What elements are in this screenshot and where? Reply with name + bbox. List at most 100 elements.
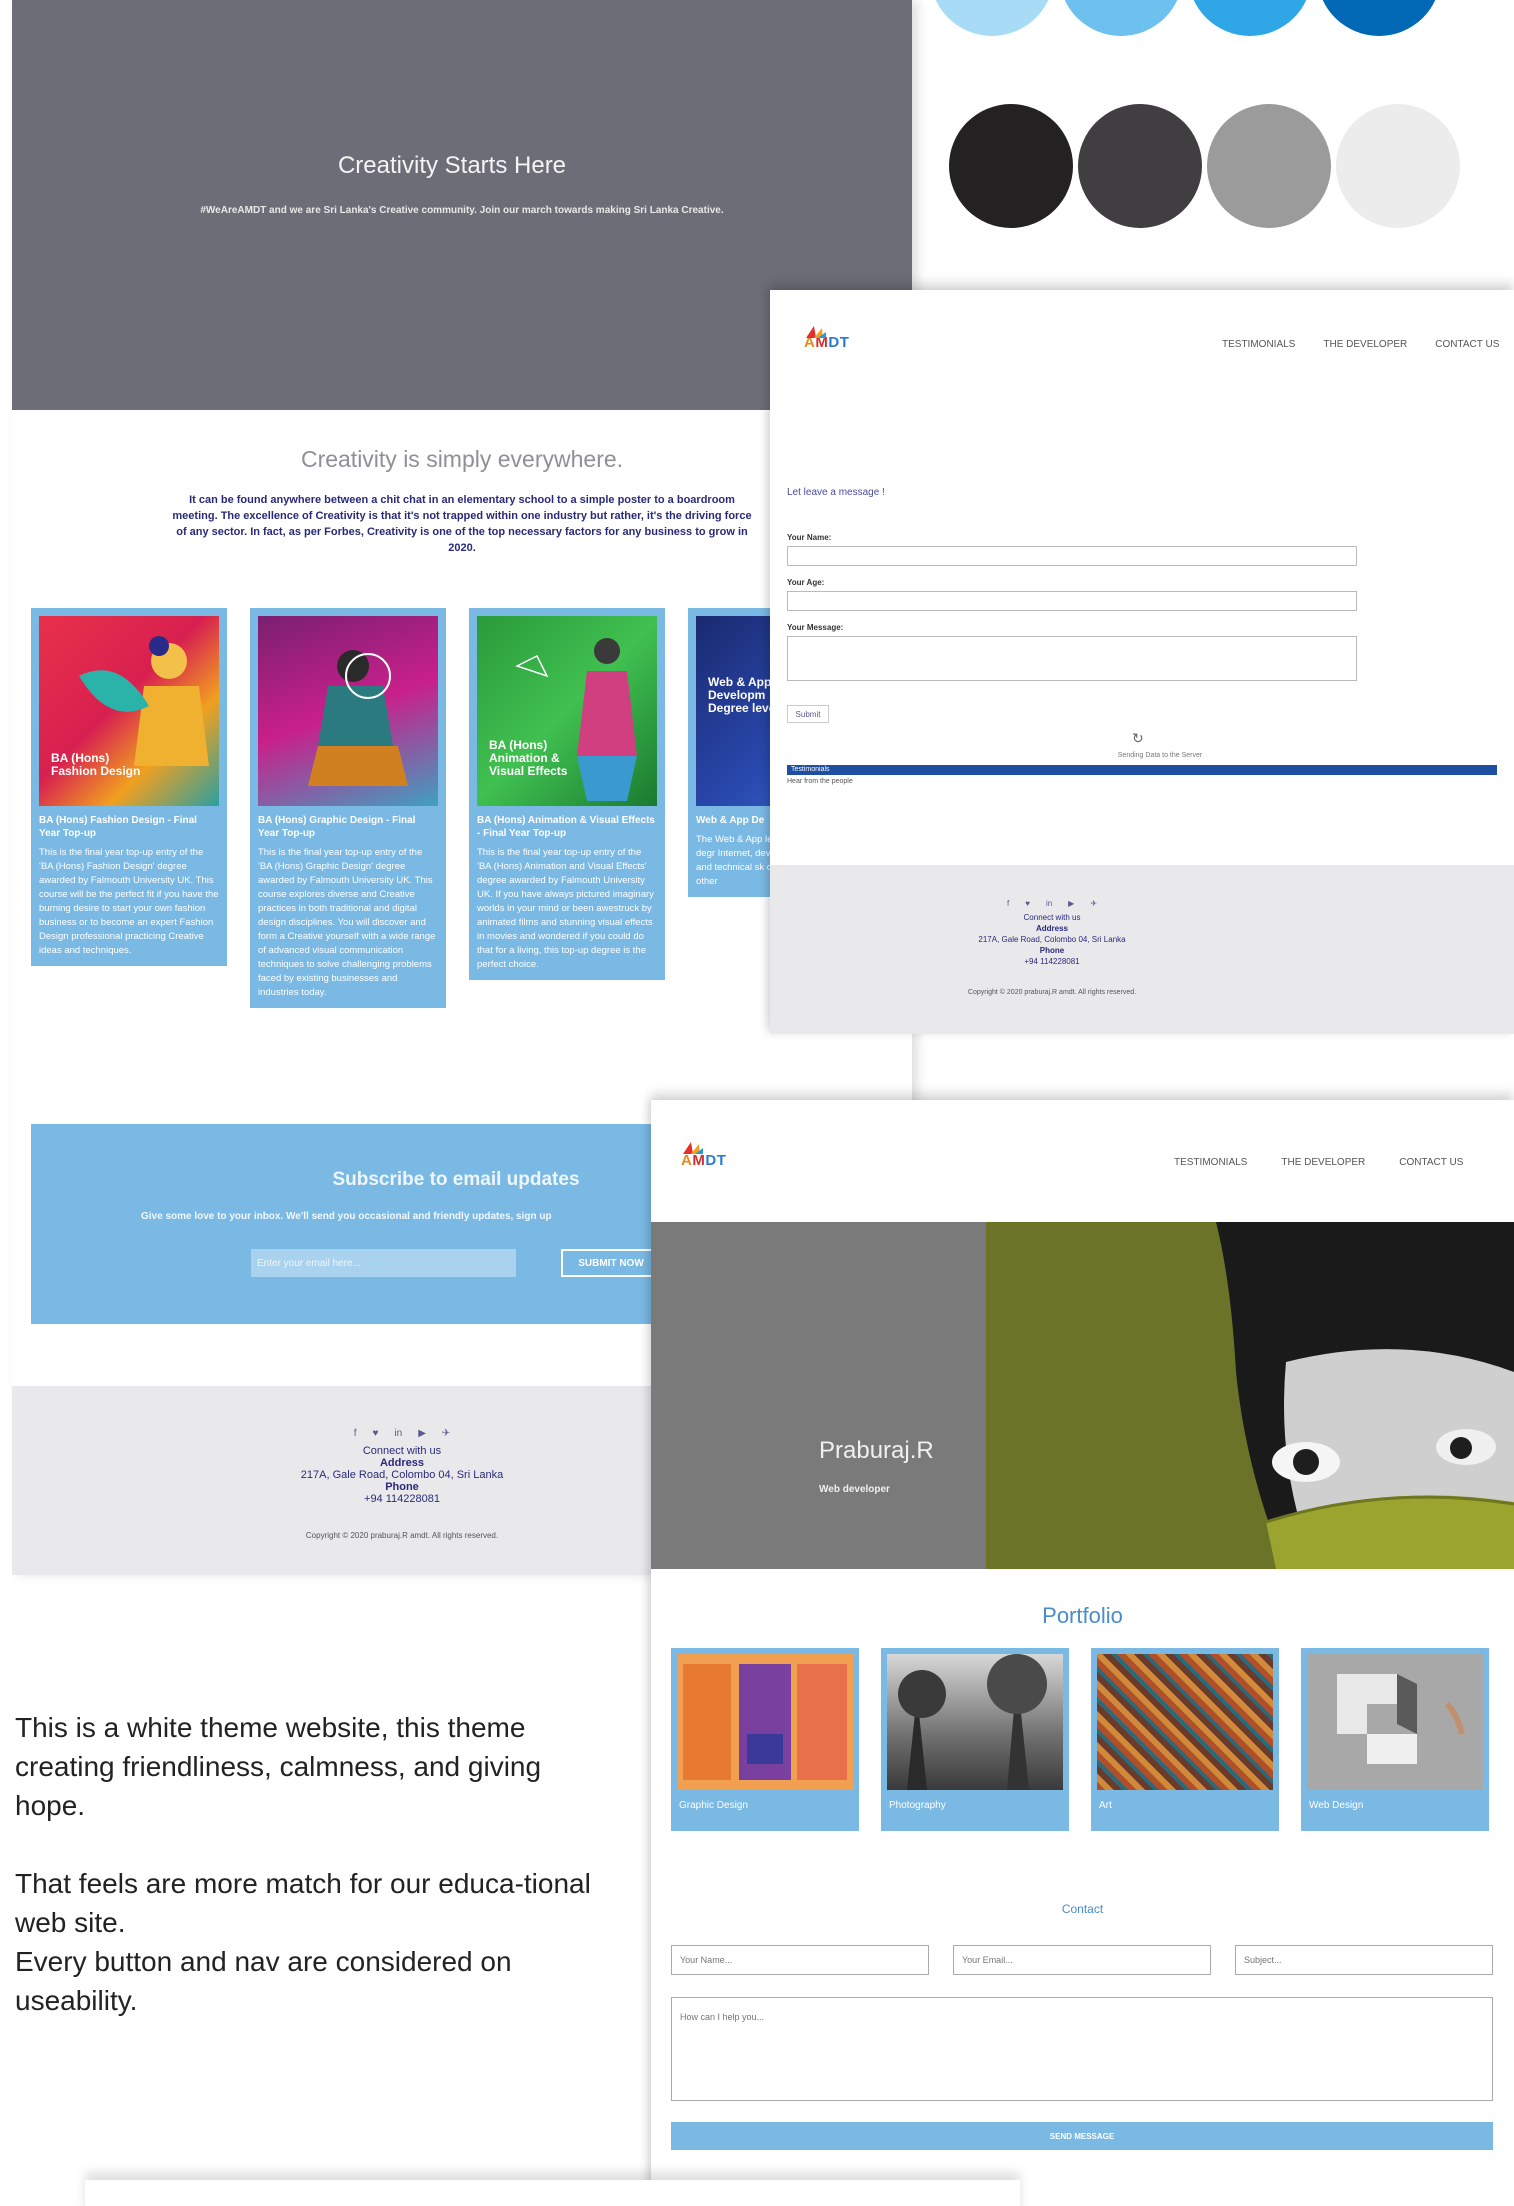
portfolio-item-web-design[interactable]: Web Design — [1301, 1648, 1489, 1831]
developer-hero: Praburaj.R Web developer — [651, 1222, 1514, 1569]
nav-the-developer[interactable]: THE DEVELOPER — [1323, 339, 1407, 350]
graphic-figure-illustration — [308, 650, 408, 786]
portfolio-item-photography[interactable]: Photography — [881, 1648, 1069, 1831]
course-card-animation[interactable]: BA (Hons) Animation & Visual Effects BA … — [469, 608, 665, 980]
portfolio-item-label: Art — [1099, 1800, 1112, 1811]
note-paragraph-2b: Every button and nav are considered on u… — [15, 1946, 512, 2016]
nav-contact-us[interactable]: CONTACT US — [1435, 339, 1499, 350]
heart-icon[interactable]: ♥ — [372, 1428, 378, 1439]
linkedin-icon[interactable]: in — [394, 1428, 402, 1439]
social-links: f ♥ in ▶ ✈ — [770, 899, 1514, 908]
course-title: BA (Hons) Fashion Design - Final Year To… — [39, 815, 197, 839]
logo-letter-d: D — [705, 1152, 717, 1169]
logo-flare-icon — [683, 1142, 703, 1154]
amdt-logo[interactable]: AMDT — [804, 326, 850, 351]
form-heading: Let leave a message ! — [787, 487, 885, 498]
footer-address-label: Address — [1035, 924, 1068, 933]
logo-letter-d: D — [828, 334, 840, 351]
telegram-icon[interactable]: ✈ — [442, 1428, 450, 1439]
youtube-icon[interactable]: ▶ — [418, 1428, 426, 1439]
course-image-animation: BA (Hons) Animation & Visual Effects — [477, 616, 657, 806]
developer-portrait-illustration — [1216, 1222, 1514, 1569]
youtube-icon[interactable]: ▶ — [1068, 899, 1074, 908]
top-nav: TESTIMONIALS THE DEVELOPER CONTACT US — [1222, 339, 1499, 350]
course-title: BA (Hons) Animation & Visual Effects - F… — [477, 815, 655, 839]
swatch-light-blue — [930, 0, 1054, 36]
swatch-light-gray — [1336, 104, 1460, 228]
course-overlay-text: BA (Hons) Fashion Design — [51, 751, 141, 778]
swatch-dark-gray — [1078, 104, 1202, 228]
contact-section-title: Contact — [1061, 1902, 1104, 1916]
facebook-icon[interactable]: f — [1007, 899, 1009, 908]
nav-the-developer[interactable]: THE DEVELOPER — [1281, 1157, 1365, 1168]
contact-subject-input[interactable] — [1235, 1945, 1493, 1975]
message-field[interactable] — [787, 636, 1357, 681]
course-card-graphic[interactable]: BA (Hons) Graphic Design - Final Year To… — [250, 608, 446, 1008]
nav-testimonials[interactable]: TESTIMONIALS — [1222, 339, 1295, 350]
top-nav: TESTIMONIALS THE DEVELOPER CONTACT US — [1174, 1157, 1463, 1168]
logo-letter-t: T — [839, 334, 850, 351]
logo-letter-t: T — [716, 1152, 727, 1169]
amdt-logo[interactable]: AMDT — [681, 1142, 727, 1169]
portfolio-item-art[interactable]: Art — [1091, 1648, 1279, 1831]
portfolio-item-graphic-design[interactable]: Graphic Design — [671, 1648, 859, 1831]
footer-connect: Connect with us — [1023, 913, 1081, 922]
name-field[interactable] — [787, 546, 1357, 566]
swatch-bright-blue — [1188, 0, 1312, 36]
developer-role: Web developer — [819, 1484, 890, 1495]
course-image-graphic — [258, 616, 438, 806]
contact-name-input[interactable] — [671, 1945, 929, 1975]
heart-icon[interactable]: ♥ — [1025, 899, 1030, 908]
testimonials-subtitle: Hear from the people — [787, 778, 853, 785]
art-thumbnail — [1097, 1654, 1273, 1790]
swatch-gray — [1207, 104, 1331, 228]
portfolio-title: Portfolio — [1042, 1603, 1123, 1628]
logo-flare-icon — [806, 326, 826, 338]
message-label: Your Message: — [787, 623, 844, 632]
linkedin-icon[interactable]: in — [1046, 899, 1052, 908]
contact-page-screenshot: AMDT TESTIMONIALS THE DEVELOPER CONTACT … — [770, 290, 1514, 1034]
footer-copyright: Copyright © 2020 praburaj.R amdt. All ri… — [967, 989, 1137, 996]
portfolio-item-label: Photography — [889, 1800, 946, 1811]
testimonials-bar: Testimonials — [787, 765, 1497, 775]
name-label: Your Name: — [787, 533, 832, 542]
swatch-black — [949, 104, 1073, 228]
course-overlay-text: BA (Hons) Animation & Visual Effects — [489, 738, 568, 778]
nav-testimonials[interactable]: TESTIMONIALS — [1174, 1157, 1247, 1168]
course-image-fashion: BA (Hons) Fashion Design — [39, 616, 219, 806]
age-field[interactable] — [787, 591, 1357, 611]
course-card-fashion[interactable]: BA (Hons) Fashion Design BA (Hons) Fashi… — [31, 608, 227, 966]
note-paragraph-2: That feels are more match for our educa-… — [15, 1864, 615, 2020]
submit-button[interactable]: Submit — [787, 705, 829, 723]
portfolio-item-label: Graphic Design — [679, 1800, 748, 1811]
footer-phone: +94 114228081 — [1024, 957, 1080, 966]
course-title: BA (Hons) Graphic Design - Final Year To… — [258, 815, 416, 839]
hero-portrait — [986, 1222, 1514, 1569]
course-description: This is the final year top-up entry of t… — [39, 847, 219, 956]
hero-gray-panel — [651, 1222, 986, 1569]
sending-status: Sending Data to the Server — [1117, 752, 1203, 759]
loading-spinner-icon: ↻ — [1132, 730, 1144, 746]
portfolio-page-screenshot: AMDT TESTIMONIALS THE DEVELOPER CONTACT … — [651, 1100, 1514, 2206]
nav-contact-us[interactable]: CONTACT US — [1399, 1157, 1463, 1168]
design-note: This is a white theme website, this them… — [15, 1708, 615, 2020]
age-label: Your Age: — [787, 578, 825, 587]
contact-message-textarea[interactable] — [671, 1997, 1493, 2101]
send-message-button[interactable]: SEND MESSAGE — [671, 2122, 1493, 2150]
forest-image — [898, 1654, 1047, 1790]
telegram-icon[interactable]: ✈ — [1090, 899, 1097, 908]
footer-phone-label: Phone — [1039, 946, 1065, 955]
subscribe-submit-button[interactable]: SUBMIT NOW — [561, 1249, 661, 1277]
developer-name: Praburaj.R — [819, 1437, 934, 1464]
logo-letter-a: A — [681, 1152, 693, 1169]
facebook-icon[interactable]: f — [354, 1428, 357, 1439]
course-description: This is the final year top-up entry of t… — [477, 847, 654, 970]
graphic-design-thumbnail — [677, 1654, 853, 1790]
subscribe-email-input[interactable] — [251, 1249, 516, 1277]
note-paragraph-2a: That feels are more match for our educa-… — [15, 1868, 591, 1938]
swatch-dark-blue — [1317, 0, 1441, 36]
photography-thumbnail — [887, 1654, 1063, 1790]
logo-letter-m: M — [692, 1152, 706, 1169]
contact-email-input[interactable] — [953, 1945, 1211, 1975]
swatch-sky-blue — [1059, 0, 1183, 36]
